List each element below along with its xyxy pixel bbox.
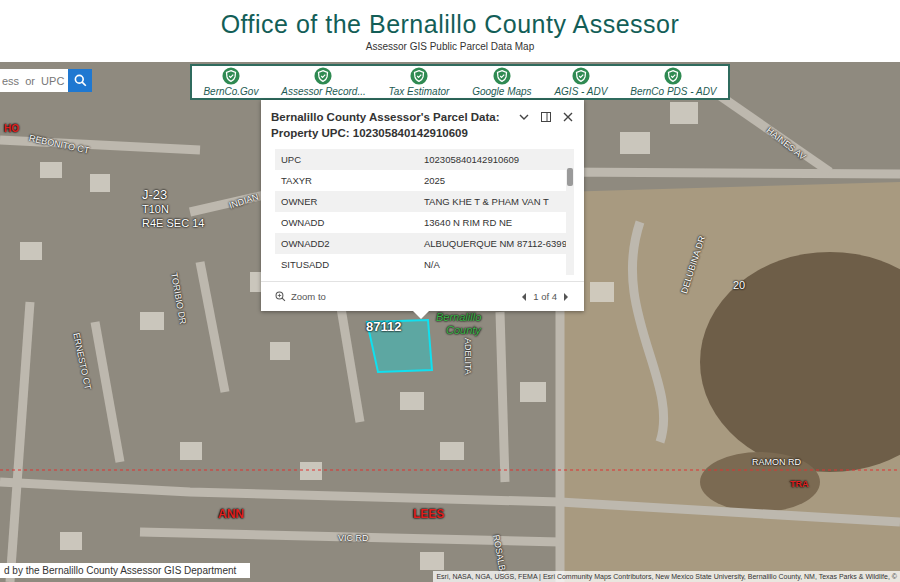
map-label: R4E SEC 14 bbox=[142, 218, 204, 229]
page-title: Office of the Bernalillo County Assessor bbox=[221, 10, 680, 39]
attribute-row: UPC102305840142910609 bbox=[275, 149, 566, 170]
map-label: T10N bbox=[142, 204, 169, 215]
toolbar-link[interactable]: BernCo PDS - ADV bbox=[630, 67, 716, 97]
search-input[interactable]: ess or UPC bbox=[0, 69, 68, 92]
selected-parcel[interactable] bbox=[367, 320, 432, 372]
zoom-magnifier-icon bbox=[275, 291, 286, 302]
close-icon[interactable] bbox=[562, 111, 574, 123]
attribute-row: SITUSADDN/A bbox=[275, 254, 566, 275]
map-label: 87112 bbox=[366, 320, 401, 333]
next-arrow-icon[interactable] bbox=[562, 292, 570, 302]
shield-icon bbox=[572, 67, 590, 85]
scrollbar[interactable] bbox=[566, 149, 574, 275]
toolbar-link[interactable]: AGIS - ADV bbox=[554, 67, 607, 97]
map-label: LEES bbox=[413, 508, 444, 520]
toolbar-link[interactable]: BernCo.Gov bbox=[203, 67, 258, 97]
popup-pointer bbox=[413, 311, 429, 319]
popup-footer: Zoom to 1 of 4 bbox=[261, 281, 584, 311]
search-button[interactable] bbox=[68, 69, 92, 92]
attribute-row: OWNADD13640 N RIM RD NE bbox=[275, 212, 566, 233]
header: Office of the Bernalillo County Assessor… bbox=[0, 0, 900, 62]
page-subtitle: Assessor GIS Public Parcel Data Map bbox=[366, 41, 534, 52]
map-label: County bbox=[446, 325, 481, 336]
map-label: VIC RD bbox=[338, 534, 369, 543]
magnifier-icon bbox=[74, 74, 87, 87]
map-label: Bernalillo bbox=[436, 312, 481, 323]
attribute-row: TAXYR2025 bbox=[275, 170, 566, 191]
toolbar-link[interactable]: Assessor Record... bbox=[281, 67, 365, 97]
attribute-row: OWNADD2ALBUQUERQUE NM 87112-6399 bbox=[275, 233, 566, 254]
map-label: 20 bbox=[733, 280, 745, 291]
attribution-right: Esri, NASA, NGA, USGS, FEMA | Esri Commu… bbox=[433, 571, 900, 582]
toolbar-link[interactable]: Tax Estimator bbox=[389, 67, 450, 97]
toolbar: BernCo.Gov Assessor Record... Tax Estimato… bbox=[190, 64, 730, 100]
toolbar-link[interactable]: Google Maps bbox=[472, 67, 531, 97]
map-label: J-23 bbox=[142, 188, 167, 201]
previous-arrow-icon[interactable] bbox=[520, 292, 528, 302]
attribute-table: UPC102305840142910609TAXYR2025OWNERTANG … bbox=[275, 149, 574, 275]
map-label: RAMON RD bbox=[752, 458, 801, 467]
shield-icon bbox=[410, 67, 428, 85]
collapse-chevron-icon[interactable] bbox=[518, 111, 530, 123]
shield-icon bbox=[314, 67, 332, 85]
shield-icon bbox=[222, 67, 240, 85]
map-label: HO bbox=[4, 124, 19, 134]
map-label: ANN bbox=[218, 508, 244, 520]
popup-header: Bernalillo County Assessor's Parcel Data… bbox=[261, 100, 584, 149]
attribution-left: d by the Bernalillo County Assessor GIS … bbox=[0, 563, 250, 578]
attribute-row: OWNERTANG KHE T & PHAM VAN T bbox=[275, 191, 566, 212]
map-label: TRA bbox=[790, 480, 809, 489]
shield-icon bbox=[664, 67, 682, 85]
map-label: ADELITA bbox=[463, 338, 472, 375]
page: Office of the Bernalillo County Assessor… bbox=[0, 0, 900, 582]
feature-pager: 1 of 4 bbox=[520, 291, 570, 302]
map[interactable]: HOREBONITO CTJ-23T10NR4E SEC 14INDIANTOR… bbox=[0, 62, 900, 582]
popup-title: Bernalillo County Assessor's Parcel Data… bbox=[271, 109, 500, 143]
dock-icon[interactable] bbox=[540, 111, 552, 123]
search-bar: ess or UPC bbox=[0, 69, 92, 92]
parcel-popup: Bernalillo County Assessor's Parcel Data… bbox=[261, 100, 584, 311]
shield-icon bbox=[493, 67, 511, 85]
zoom-to-button[interactable]: Zoom to bbox=[275, 291, 326, 302]
